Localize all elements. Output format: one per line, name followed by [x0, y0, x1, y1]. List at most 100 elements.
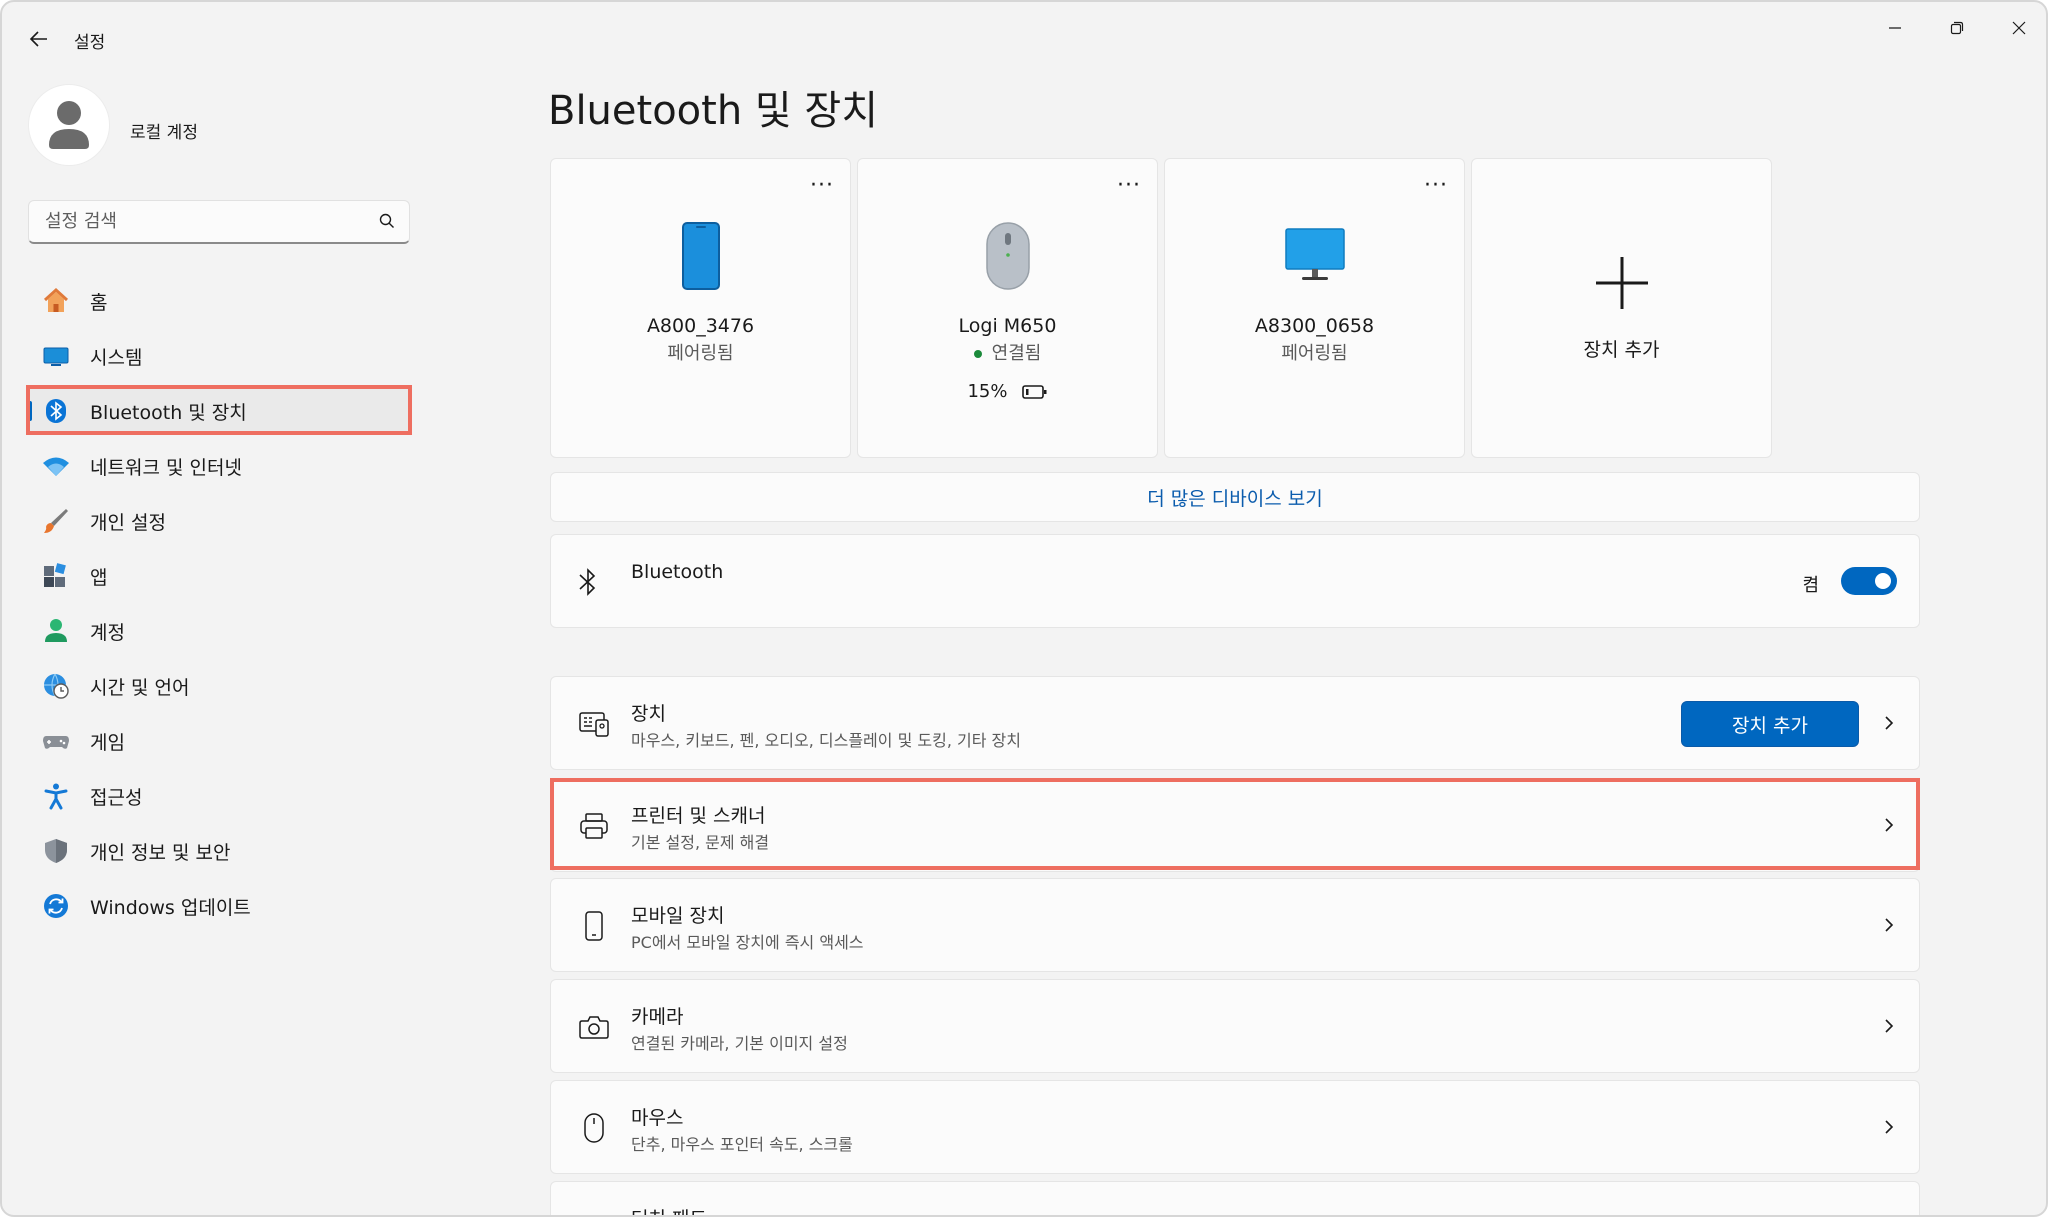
chevron-right-icon — [1883, 1016, 1895, 1040]
printer-icon — [577, 809, 611, 843]
sidebar-item-label: Windows 업데이트 — [90, 896, 251, 919]
camera-icon — [577, 1010, 611, 1044]
system-icon — [42, 342, 70, 370]
page-title: Bluetooth 및 장치 — [548, 88, 879, 134]
sidebar-item-apps[interactable]: 앱 — [28, 552, 410, 600]
sidebar-item-network[interactable]: 네트워크 및 인터넷 — [28, 442, 410, 490]
account-icon — [42, 617, 70, 645]
device-name: A800_3476 — [646, 315, 755, 337]
device-battery: 15% — [858, 381, 1157, 402]
row-subtitle: 연결된 카메라, 기본 이미지 설정 — [631, 1034, 848, 1053]
settings-search[interactable] — [28, 200, 410, 244]
device-name: A8300_0658 — [1254, 315, 1375, 337]
shield-icon — [42, 837, 70, 865]
battery-icon — [1021, 384, 1046, 399]
camera-row[interactable]: 카메라 연결된 카메라, 기본 이미지 설정 — [550, 979, 1920, 1073]
more-devices-link[interactable]: 더 많은 디바이스 보기 — [550, 472, 1920, 522]
add-device-button[interactable]: 장치 추가 — [1681, 701, 1859, 747]
add-device-label: 장치 추가 — [1583, 339, 1660, 361]
avatar — [28, 84, 110, 166]
close-button[interactable] — [1996, 14, 2042, 42]
sidebar-item-label: 계정 — [90, 621, 125, 644]
row-subtitle: PC에서 모바일 장치에 즉시 액세스 — [631, 933, 864, 952]
back-arrow-icon — [29, 31, 47, 47]
mouse-row[interactable]: 마우스 단추, 마우스 포인터 속도, 스크롤 — [550, 1080, 1920, 1174]
search-input[interactable] — [29, 201, 409, 242]
sidebar-item-system[interactable]: 시스템 — [28, 332, 410, 380]
avatar-person-icon — [49, 101, 89, 149]
more-options-button[interactable]: ··· — [1117, 175, 1141, 197]
chevron-right-icon — [1883, 713, 1895, 737]
connected-dot-icon — [973, 350, 982, 358]
sidebar-item-label: 홈 — [90, 291, 108, 314]
minimize-button[interactable] — [1872, 14, 1918, 42]
sidebar-item-label: 접근성 — [90, 786, 143, 809]
sidebar-item-accessibility[interactable]: 접근성 — [28, 772, 410, 820]
chevron-right-icon — [1883, 915, 1895, 939]
globe-clock-icon — [42, 672, 70, 700]
bluetooth-icon — [42, 397, 70, 425]
mobile-devices-row[interactable]: 모바일 장치 PC에서 모바일 장치에 즉시 액세스 — [550, 878, 1920, 972]
device-status-text: 연결됨 — [991, 343, 1042, 364]
row-title: 장치 — [631, 703, 666, 725]
sidebar-nav: 홈 시스템 Bluetooth 및 장치 네트워크 및 인터넷 개인 설정 앱 … — [28, 277, 410, 937]
app-title: 설정 — [74, 33, 106, 53]
sidebar-item-label: 시스템 — [90, 346, 143, 369]
row-title: 카메라 — [631, 1006, 684, 1028]
device-status: 페어링됨 — [667, 343, 734, 364]
device-status: 페어링됨 — [1281, 343, 1348, 364]
minimize-icon — [1889, 27, 1901, 29]
gamepad-icon — [42, 727, 70, 755]
sidebar-item-label: 앱 — [90, 566, 108, 589]
sidebar-item-windows-update[interactable]: Windows 업데이트 — [28, 882, 410, 930]
sidebar-item-home[interactable]: 홈 — [28, 277, 410, 325]
device-status: 연결됨 — [858, 339, 1157, 365]
sidebar-item-personalization[interactable]: 개인 설정 — [28, 497, 410, 545]
restore-button[interactable] — [1934, 14, 1980, 42]
title-bar: 설정 — [2, 2, 2046, 72]
sidebar-item-label: 게임 — [90, 731, 125, 754]
device-card[interactable]: ··· A8300_0658 페어링됨 — [1164, 158, 1465, 458]
sidebar-item-bluetooth[interactable]: Bluetooth 및 장치 — [28, 387, 410, 435]
bluetooth-toggle[interactable] — [1841, 567, 1897, 595]
phone-icon — [551, 221, 850, 301]
devices-row[interactable]: 장치 마우스, 키보드, 펜, 오디오, 디스플레이 및 도킹, 기타 장치 장… — [550, 676, 1920, 770]
bluetooth-icon — [577, 567, 599, 601]
sidebar-item-label: 개인 정보 및 보안 — [90, 841, 231, 864]
mouse-icon — [577, 1111, 611, 1145]
sidebar-item-time-language[interactable]: 시간 및 언어 — [28, 662, 410, 710]
brush-icon — [42, 507, 70, 535]
wifi-icon — [42, 452, 70, 480]
back-button[interactable] — [24, 24, 54, 54]
user-profile[interactable]: 로컬 계정 — [28, 84, 198, 166]
restore-icon — [1950, 21, 1964, 35]
settings-window: 설정 로컬 계정 홈 — [0, 0, 2048, 1217]
printers-scanners-row[interactable]: 프린터 및 스캐너 기본 설정, 문제 해결 — [550, 778, 1920, 872]
battery-percent: 15% — [967, 381, 1008, 402]
row-subtitle: 마우스, 키보드, 펜, 오디오, 디스플레이 및 도킹, 기타 장치 — [631, 731, 1021, 750]
more-options-button[interactable]: ··· — [1424, 175, 1448, 197]
sidebar-item-gaming[interactable]: 게임 — [28, 717, 410, 765]
row-title: 터치 패드 — [631, 1204, 707, 1215]
bluetooth-state: 켬 — [1802, 575, 1819, 596]
more-options-button[interactable]: ··· — [810, 175, 834, 197]
chevron-right-icon — [1883, 815, 1895, 839]
bluetooth-toggle-row: Bluetooth 켬 — [550, 534, 1920, 628]
touchpad-row[interactable]: 터치 패드 — [550, 1181, 1920, 1215]
add-device-card[interactable]: 장치 추가 — [1471, 158, 1772, 458]
sidebar-item-accounts[interactable]: 계정 — [28, 607, 410, 655]
device-card[interactable]: ··· Logi M650 연결됨 15% — [857, 158, 1158, 458]
device-card[interactable]: ··· A800_3476 페어링됨 — [550, 158, 851, 458]
close-icon — [2012, 21, 2026, 35]
apps-icon — [42, 562, 70, 590]
chevron-right-icon — [1883, 1117, 1895, 1141]
update-icon — [42, 892, 70, 920]
search-icon[interactable] — [379, 213, 395, 233]
home-icon — [42, 287, 70, 315]
sidebar-item-label: 네트워크 및 인터넷 — [90, 456, 242, 479]
row-title: 프린터 및 스캐너 — [631, 805, 766, 827]
user-name: 로컬 계정 — [130, 122, 198, 143]
sidebar-item-privacy[interactable]: 개인 정보 및 보안 — [28, 827, 410, 875]
row-title: 마우스 — [631, 1107, 684, 1129]
devices-icon — [577, 707, 611, 741]
